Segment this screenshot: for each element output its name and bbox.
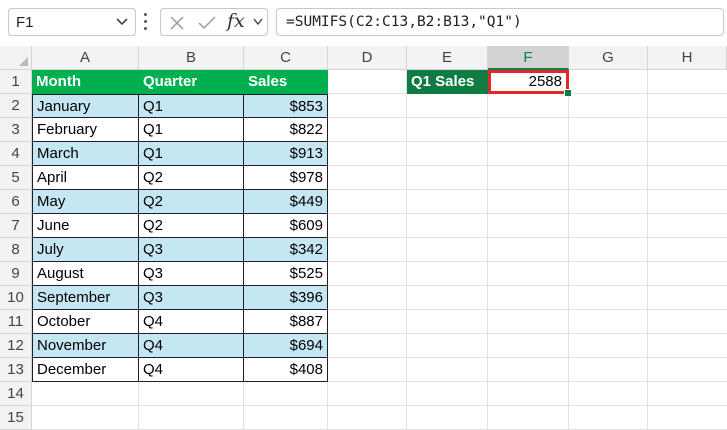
name-box-value: F1 bbox=[16, 14, 34, 31]
cell-quarter[interactable]: Q3 bbox=[138, 285, 244, 310]
row-header[interactable]: 4 bbox=[0, 142, 32, 166]
row-header[interactable]: 5 bbox=[0, 166, 32, 190]
column-header-b[interactable]: B bbox=[139, 46, 244, 70]
cell-month[interactable]: January bbox=[32, 94, 139, 118]
column-header-d[interactable]: D bbox=[328, 46, 407, 70]
cell-month[interactable]: March bbox=[32, 141, 139, 166]
formula-input[interactable]: =SUMIFS(C2:C13,B2:B13,"Q1") bbox=[276, 8, 724, 36]
q1-sales-label[interactable]: Q1 Sales bbox=[407, 70, 488, 94]
column-header-h[interactable]: H bbox=[648, 46, 727, 70]
insert-function-icon[interactable]: fx bbox=[227, 10, 245, 32]
row-header[interactable]: 11 bbox=[0, 310, 32, 334]
column-header-g[interactable]: G bbox=[569, 46, 648, 70]
more-options-icon[interactable] bbox=[144, 13, 148, 31]
cell-sales[interactable]: $609 bbox=[243, 213, 328, 238]
row-header[interactable]: 10 bbox=[0, 286, 32, 310]
cell-month[interactable]: February bbox=[32, 117, 139, 142]
header-month[interactable]: Month bbox=[32, 70, 139, 94]
chevron-down-icon[interactable] bbox=[116, 18, 128, 26]
formula-bar: F1 fx =SUMIFS(C2:C13,B2:B13,"Q1") bbox=[0, 0, 727, 44]
cell-sales[interactable]: $978 bbox=[243, 165, 328, 190]
fill-handle[interactable] bbox=[564, 89, 572, 97]
name-box[interactable]: F1 bbox=[8, 8, 136, 36]
cell-quarter[interactable]: Q2 bbox=[138, 189, 244, 214]
cell-month[interactable]: November bbox=[32, 333, 139, 358]
cell-month[interactable]: April bbox=[32, 165, 139, 190]
cell-sales[interactable]: $822 bbox=[243, 117, 328, 142]
q1-sales-value[interactable]: 2588 bbox=[488, 70, 569, 94]
row-header[interactable]: 2 bbox=[0, 94, 32, 118]
select-all-corner[interactable] bbox=[0, 46, 32, 70]
cell-sales[interactable]: $694 bbox=[243, 333, 328, 358]
cell-sales[interactable]: $396 bbox=[243, 285, 328, 310]
column-header-a[interactable]: A bbox=[32, 46, 139, 70]
row-header[interactable]: 15 bbox=[0, 406, 32, 430]
column-header-c[interactable]: C bbox=[244, 46, 328, 70]
row-header[interactable]: 9 bbox=[0, 262, 32, 286]
cell-quarter[interactable]: Q2 bbox=[138, 213, 244, 238]
row-header[interactable]: 14 bbox=[0, 382, 32, 406]
cell-quarter[interactable]: Q3 bbox=[138, 237, 244, 262]
cell-quarter[interactable]: Q1 bbox=[138, 94, 244, 118]
cell-month[interactable]: July bbox=[32, 237, 139, 262]
cell-sales[interactable]: $853 bbox=[243, 94, 328, 118]
cell-month[interactable]: December bbox=[32, 357, 139, 382]
cell-sales[interactable]: $525 bbox=[243, 261, 328, 286]
row-header[interactable]: 6 bbox=[0, 190, 32, 214]
header-sales[interactable]: Sales bbox=[244, 70, 328, 94]
formula-controls: fx bbox=[160, 8, 268, 36]
enter-check-icon[interactable] bbox=[197, 15, 217, 31]
column-header-e[interactable]: E bbox=[407, 46, 488, 70]
cell-month[interactable]: September bbox=[32, 285, 139, 310]
cell-sales[interactable]: $408 bbox=[243, 357, 328, 382]
row-header[interactable]: 7 bbox=[0, 214, 32, 238]
cell-sales[interactable]: $913 bbox=[243, 141, 328, 166]
cell-month[interactable]: May bbox=[32, 189, 139, 214]
column-header-f[interactable]: F bbox=[488, 46, 569, 70]
cell-sales[interactable]: $342 bbox=[243, 237, 328, 262]
header-quarter[interactable]: Quarter bbox=[139, 70, 244, 94]
row-header[interactable]: 3 bbox=[0, 118, 32, 142]
cell-month[interactable]: August bbox=[32, 261, 139, 286]
cell-sales[interactable]: $449 bbox=[243, 189, 328, 214]
cell-quarter[interactable]: Q4 bbox=[138, 309, 244, 334]
cell-quarter[interactable]: Q4 bbox=[138, 333, 244, 358]
cell-sales[interactable]: $887 bbox=[243, 309, 328, 334]
row-header[interactable]: 12 bbox=[0, 334, 32, 358]
cell-quarter[interactable]: Q2 bbox=[138, 165, 244, 190]
cell-month[interactable]: October bbox=[32, 309, 139, 334]
cell-month[interactable]: June bbox=[32, 213, 139, 238]
chevron-down-icon[interactable] bbox=[253, 18, 263, 26]
cell-quarter[interactable]: Q1 bbox=[138, 141, 244, 166]
row-header[interactable]: 8 bbox=[0, 238, 32, 262]
cell-quarter[interactable]: Q4 bbox=[138, 357, 244, 382]
cell-quarter[interactable]: Q1 bbox=[138, 117, 244, 142]
row-header[interactable]: 1 bbox=[0, 70, 32, 94]
cell-quarter[interactable]: Q3 bbox=[138, 261, 244, 286]
cancel-icon[interactable] bbox=[169, 15, 185, 31]
formula-text: =SUMIFS(C2:C13,B2:B13,"Q1") bbox=[286, 14, 522, 30]
row-header[interactable]: 13 bbox=[0, 358, 32, 382]
